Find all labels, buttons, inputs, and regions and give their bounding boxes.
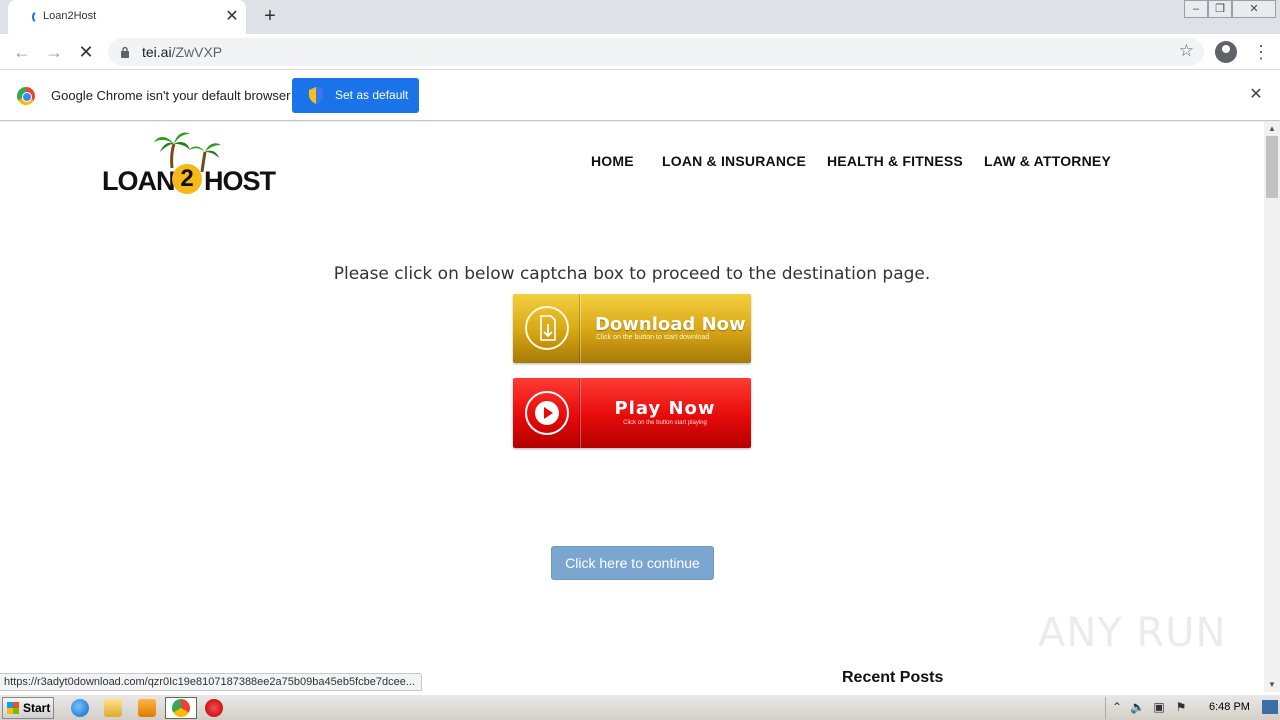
- download-now-button[interactable]: Download Now Click on the button to star…: [513, 294, 751, 363]
- anyrun-watermark: ANY RUN: [1038, 610, 1227, 656]
- browser-tab[interactable]: Loan2Host ✕: [8, 0, 246, 34]
- back-arrow-icon[interactable]: ←: [10, 40, 34, 64]
- taskbar-clock[interactable]: 6:48 PM: [1209, 701, 1250, 713]
- url-domain: tei.ai: [142, 44, 172, 60]
- chrome-logo-icon: [17, 87, 35, 105]
- windows-taskbar: Start ⌃ 🔈 ▣ ⚑ 6:48 PM: [0, 694, 1280, 720]
- logo-word-loan: LOAN: [102, 166, 175, 196]
- scroll-thumb[interactable]: [1266, 136, 1278, 198]
- infobar-message: Google Chrome isn't your default browser: [51, 88, 291, 103]
- play-icon: [525, 391, 569, 435]
- play-now-title: Play Now: [614, 398, 716, 419]
- nav-loan-insurance[interactable]: LOAN & INSURANCE: [662, 153, 806, 169]
- set-as-default-label: Set as default: [335, 88, 409, 102]
- nav-home[interactable]: HOME: [591, 153, 634, 169]
- minimize-window-icon[interactable]: –: [1184, 0, 1208, 18]
- palm-tree-icon: [154, 132, 190, 168]
- volume-icon[interactable]: 🔈: [1130, 700, 1145, 714]
- menu-dots-icon[interactable]: ⋮: [1252, 40, 1270, 64]
- url-path: /ZwVXP: [171, 44, 223, 60]
- download-now-subtitle: Click on the button to start download: [596, 334, 710, 341]
- start-label: Start: [23, 701, 51, 715]
- nav-health-fitness[interactable]: HEALTH & FITNESS: [827, 153, 963, 169]
- recent-posts-heading: Recent Posts: [842, 669, 944, 686]
- system-tray: ⌃ 🔈 ▣ ⚑ 6:48 PM: [1105, 697, 1280, 719]
- show-desktop-icon[interactable]: [1262, 700, 1278, 714]
- continue-button[interactable]: Click here to continue: [551, 546, 714, 580]
- tab-close-icon[interactable]: ✕: [224, 7, 240, 27]
- shield-icon: [309, 87, 323, 104]
- chrome-icon: [172, 699, 190, 717]
- close-window-icon[interactable]: ✕: [1232, 0, 1276, 18]
- download-file-icon: [525, 306, 569, 350]
- bookmark-star-icon[interactable]: ☆: [1179, 41, 1194, 61]
- lock-icon: [121, 46, 129, 58]
- windows-logo-icon: [7, 702, 19, 714]
- logo-number: 2: [172, 164, 202, 194]
- play-now-button[interactable]: Play Now Click on the button start playi…: [513, 378, 751, 448]
- account-icon[interactable]: [1215, 41, 1237, 63]
- logo-word-host: HOST: [204, 166, 276, 196]
- new-tab-button[interactable]: +: [259, 5, 281, 27]
- status-url-bubble: https://r3adyt0download.com/qzr0Ic19e810…: [0, 673, 422, 691]
- page-scrollbar[interactable]: ▲ ▼: [1264, 122, 1280, 692]
- tray-expand-icon[interactable]: ⌃: [1110, 700, 1124, 714]
- file-explorer-icon[interactable]: [104, 699, 122, 717]
- play-now-subtitle: Click on the button start playing: [623, 420, 707, 426]
- address-bar[interactable]: tei.ai/ZwVXP ☆: [108, 38, 1204, 66]
- tab-strip: Loan2Host ✕ + – ❐ ✕: [0, 0, 1280, 34]
- start-button[interactable]: Start: [2, 697, 54, 719]
- set-as-default-button[interactable]: Set as default: [292, 78, 419, 113]
- action-center-flag-icon[interactable]: ⚑: [1174, 700, 1188, 714]
- chrome-taskbar-button[interactable]: [165, 697, 197, 719]
- network-icon[interactable]: ▣: [1152, 700, 1166, 714]
- button-divider: [579, 294, 580, 363]
- captcha-instruction: Please click on below captcha box to pro…: [333, 264, 931, 284]
- site-logo[interactable]: LOAN HOST 2: [100, 126, 276, 198]
- nav-law-attorney[interactable]: LAW & ATTORNEY: [984, 153, 1111, 169]
- tab-title: Loan2Host: [43, 10, 97, 22]
- scroll-down-arrow-icon[interactable]: ▼: [1264, 678, 1280, 692]
- restore-window-icon[interactable]: ❐: [1208, 0, 1232, 18]
- download-now-title: Download Now: [595, 314, 746, 335]
- url-text: tei.ai/ZwVXP: [142, 44, 222, 60]
- forward-arrow-icon[interactable]: →: [42, 40, 66, 64]
- default-browser-infobar: Google Chrome isn't your default browser…: [0, 71, 1280, 121]
- internet-explorer-icon[interactable]: [71, 699, 89, 717]
- web-page: LOAN HOST 2 HOME LOAN & INSURANCE HEALTH…: [0, 122, 1264, 692]
- stop-loading-icon[interactable]: ✕: [74, 40, 98, 64]
- infobar-close-icon[interactable]: ✕: [1247, 86, 1265, 104]
- opera-icon[interactable]: [205, 699, 223, 717]
- media-player-icon[interactable]: [138, 699, 156, 717]
- browser-toolbar: ← → ✕ tei.ai/ZwVXP ☆ ⋮: [0, 34, 1280, 70]
- scroll-up-arrow-icon[interactable]: ▲: [1264, 122, 1280, 136]
